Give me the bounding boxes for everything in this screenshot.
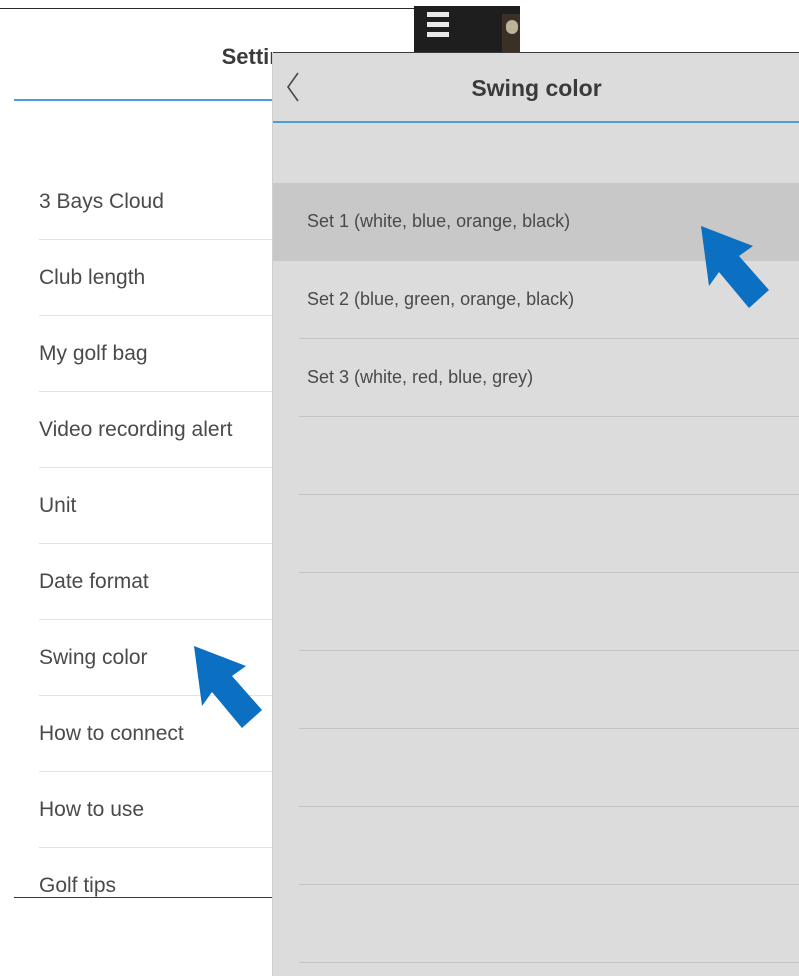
panel-title: Swing color [471, 75, 602, 101]
option-set-3[interactable]: Set 3 (white, red, blue, grey) [299, 339, 799, 417]
settings-item-how-to-use[interactable]: How to use [39, 772, 272, 848]
menu-icon-bar [427, 32, 449, 37]
empty-row [299, 885, 799, 963]
settings-item-golf-tips[interactable]: Golf tips [39, 848, 272, 923]
settings-item-my-golf-bag[interactable]: My golf bag [39, 316, 272, 392]
settings-item-3-bays-cloud[interactable]: 3 Bays Cloud [39, 164, 272, 240]
empty-row [299, 495, 799, 573]
settings-menu-bottom-divider [14, 897, 272, 898]
panel-header: Swing color [273, 53, 799, 121]
settings-menu: 3 Bays Cloud Club length My golf bag Vid… [0, 164, 272, 923]
settings-item-video-recording-alert[interactable]: Video recording alert [39, 392, 272, 468]
menu-icon-bar [427, 22, 449, 27]
settings-item-club-length[interactable]: Club length [39, 240, 272, 316]
annotation-arrow-icon [701, 226, 769, 308]
empty-row [299, 417, 799, 495]
empty-row [299, 807, 799, 885]
empty-row [299, 651, 799, 729]
empty-row [299, 573, 799, 651]
annotation-arrow-icon [194, 646, 262, 728]
settings-header-divider [14, 99, 272, 101]
top-divider [0, 8, 414, 9]
settings-item-date-format[interactable]: Date format [39, 544, 272, 620]
swing-color-panel: Swing color Set 1 (white, blue, orange, … [272, 52, 799, 976]
thumbnail-image-detail [506, 20, 518, 34]
empty-row [299, 729, 799, 807]
menu-icon-bar [427, 12, 449, 17]
settings-item-unit[interactable]: Unit [39, 468, 272, 544]
panel-header-divider [273, 121, 799, 123]
